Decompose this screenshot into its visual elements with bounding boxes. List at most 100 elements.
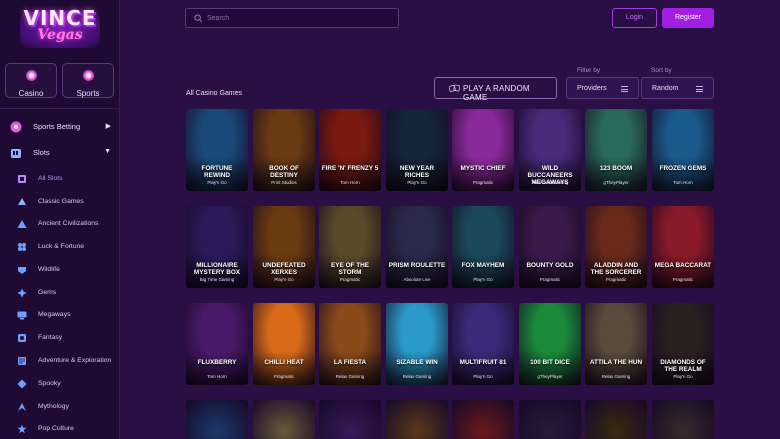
- chevron-right-icon: ▶: [105, 123, 111, 130]
- game-provider: Pragmatic: [273, 374, 295, 379]
- game-title: Diamonds of the Realm: [660, 359, 706, 373]
- sidebar-subitem-ancient-civilizations[interactable]: Ancient Civilizations: [0, 215, 120, 233]
- vince-vegas-logo[interactable]: VINCE Vegas: [12, 6, 108, 52]
- sidebar-subitem-label: Mythology: [38, 403, 69, 410]
- game-tile[interactable]: [585, 400, 647, 439]
- game-tile[interactable]: Diamonds of the Realm Play'n Go: [652, 303, 714, 385]
- game-tile[interactable]: Sizable Win Relax Gaming: [386, 303, 448, 385]
- game-provider: Big Time Gaming: [199, 277, 235, 282]
- game-provider: Play'n Go: [473, 374, 493, 379]
- game-tile[interactable]: Mega Baccarat Pragmatic: [652, 206, 714, 288]
- game-tile[interactable]: Millionaire Mystery Box Big Time Gaming: [186, 206, 248, 288]
- sidebar-subitem-luck-fortune[interactable]: Luck & Fortune: [0, 238, 120, 256]
- sidebar-divider: [0, 108, 120, 109]
- sidebar-item-label: Sports Betting: [33, 122, 81, 131]
- game-tile[interactable]: Bounty Gold Pragmatic: [519, 206, 581, 288]
- logo-text-bottom: Vegas: [37, 27, 83, 43]
- pyramid-icon: [17, 220, 27, 228]
- sidebar-subitem-fantasy[interactable]: Fantasy: [0, 329, 120, 347]
- dice-icon: [449, 84, 460, 93]
- game-provider: Pragmatic: [605, 277, 627, 282]
- game-provider: Play'n Go: [207, 180, 227, 185]
- casino-chip-icon: [25, 70, 37, 81]
- game-tile[interactable]: Prism Roulette Absolute Live: [386, 206, 448, 288]
- thumbnail-shade: [186, 351, 248, 385]
- gem-icon: [17, 288, 27, 298]
- sidebar-subitem-label: Pop Culture: [38, 425, 74, 432]
- game-tile[interactable]: Fire 'N' Frenzy 5 Tom Horn: [319, 109, 381, 191]
- game-tile[interactable]: Book of Destiny Print Studios: [253, 109, 315, 191]
- sort-select[interactable]: Random: [641, 77, 714, 99]
- sidebar-subitem-label: Fantasy: [38, 334, 63, 341]
- game-tile[interactable]: [386, 400, 448, 439]
- game-tile[interactable]: Frozen Gems Tom Horn: [652, 109, 714, 191]
- game-title: Chilli Heat: [264, 359, 304, 366]
- game-tile[interactable]: [253, 400, 315, 439]
- game-tile[interactable]: Mystic Chief Pragmatic: [452, 109, 514, 191]
- play-random-game-button[interactable]: PLAY A RANDOM GAME: [434, 77, 557, 102]
- game-tile[interactable]: 123 Boom gTheyPlayer: [585, 109, 647, 191]
- game-tile[interactable]: 100 Bit Dice gTheyPlayer: [519, 303, 581, 385]
- login-button[interactable]: Login: [612, 8, 657, 28]
- thumbnail-shade: [585, 351, 647, 385]
- sidebar-subitem-label: Megaways: [38, 311, 71, 318]
- thumbnail-shade: [319, 351, 381, 385]
- game-provider: Tom Horn: [340, 180, 360, 185]
- game-title: Aladdin and the Sorcerer: [590, 262, 642, 276]
- game-tile[interactable]: Attila the Hun Relax Gaming: [585, 303, 647, 385]
- sidebar-subitem-classic-games[interactable]: Classic Games: [0, 193, 120, 211]
- wildlife-icon: [18, 267, 26, 274]
- filter-label: Filter by: [577, 67, 601, 74]
- sidebar-subitem-gems[interactable]: Gems: [0, 284, 120, 302]
- search-box[interactable]: [185, 8, 399, 28]
- game-tile[interactable]: [452, 400, 514, 439]
- game-tile[interactable]: Multifruit 81 Play'n Go: [452, 303, 514, 385]
- game-tile[interactable]: Aladdin and the Sorcerer Pragmatic: [585, 206, 647, 288]
- compass-icon: [18, 357, 26, 365]
- game-tile[interactable]: Undefeated Xerxes Play'n Go: [253, 206, 315, 288]
- sidebar-subitem-spooky[interactable]: Spooky: [0, 375, 120, 393]
- sidebar-subitem-megaways[interactable]: Megaways: [0, 306, 120, 324]
- fantasy-icon: [18, 334, 26, 342]
- game-tile[interactable]: [652, 400, 714, 439]
- mythology-icon: [18, 403, 26, 411]
- sidebar-subitem-mythology[interactable]: Mythology: [0, 398, 120, 416]
- game-tile[interactable]: New Year Riches Play'n Go: [386, 109, 448, 191]
- game-provider: Pragmatic: [539, 277, 561, 282]
- game-tile[interactable]: La Fiesta Relax Gaming: [319, 303, 381, 385]
- game-tile[interactable]: [186, 400, 248, 439]
- sidebar-subitem-label: Wildlife: [38, 266, 60, 273]
- thumbnail-shade: [386, 351, 448, 385]
- sidebar-subitem-label: Ancient Civilizations: [38, 220, 99, 227]
- sports-button[interactable]: Sports: [62, 63, 114, 98]
- sidebar-subitem-label: All Slots: [38, 175, 63, 182]
- filter-providers-select[interactable]: Providers: [566, 77, 639, 99]
- game-tile[interactable]: [319, 400, 381, 439]
- game-tile[interactable]: [519, 400, 581, 439]
- sidebar-item-slots[interactable]: Slots ▼: [0, 144, 120, 162]
- game-tile[interactable]: Chilli Heat Pragmatic: [253, 303, 315, 385]
- game-title: 123 Boom: [599, 165, 633, 172]
- game-tile[interactable]: Wild Buccaneers Megaways Pear Leaf Gaming: [519, 109, 581, 191]
- slot-reel-icon: [18, 175, 26, 183]
- game-tile[interactable]: Eye of the Storm Pragmatic: [319, 206, 381, 288]
- game-title: Attila the Hun: [589, 359, 643, 366]
- game-tile[interactable]: Fox Mayhem Play'n Go: [452, 206, 514, 288]
- menu-icon: [696, 86, 703, 92]
- sidebar-subitem-all-slots[interactable]: All Slots: [0, 170, 120, 188]
- sidebar-item-sports-betting[interactable]: Sports Betting ▶: [0, 118, 120, 136]
- game-tile[interactable]: Fluxberry Tom Horn: [186, 303, 248, 385]
- register-button[interactable]: Register: [662, 8, 714, 28]
- casino-button[interactable]: Casino: [5, 63, 57, 98]
- megaways-icon: [17, 311, 27, 320]
- sidebar-subitem-pop-culture[interactable]: Pop Culture: [0, 420, 120, 438]
- game-tile[interactable]: Fortune Rewind Play'n Go: [186, 109, 248, 191]
- star-icon: [17, 424, 27, 434]
- sidebar-subitem-label: Classic Games: [38, 198, 84, 205]
- search-input[interactable]: [207, 12, 387, 25]
- game-title: Fire 'N' Frenzy 5: [321, 165, 379, 172]
- sidebar-subitem-wildlife[interactable]: Wildlife: [0, 261, 120, 279]
- clover-icon: [18, 243, 26, 251]
- classic-icon: [18, 198, 26, 205]
- sidebar-subitem-adventure-exploration[interactable]: Adventure & Exploration: [0, 352, 120, 370]
